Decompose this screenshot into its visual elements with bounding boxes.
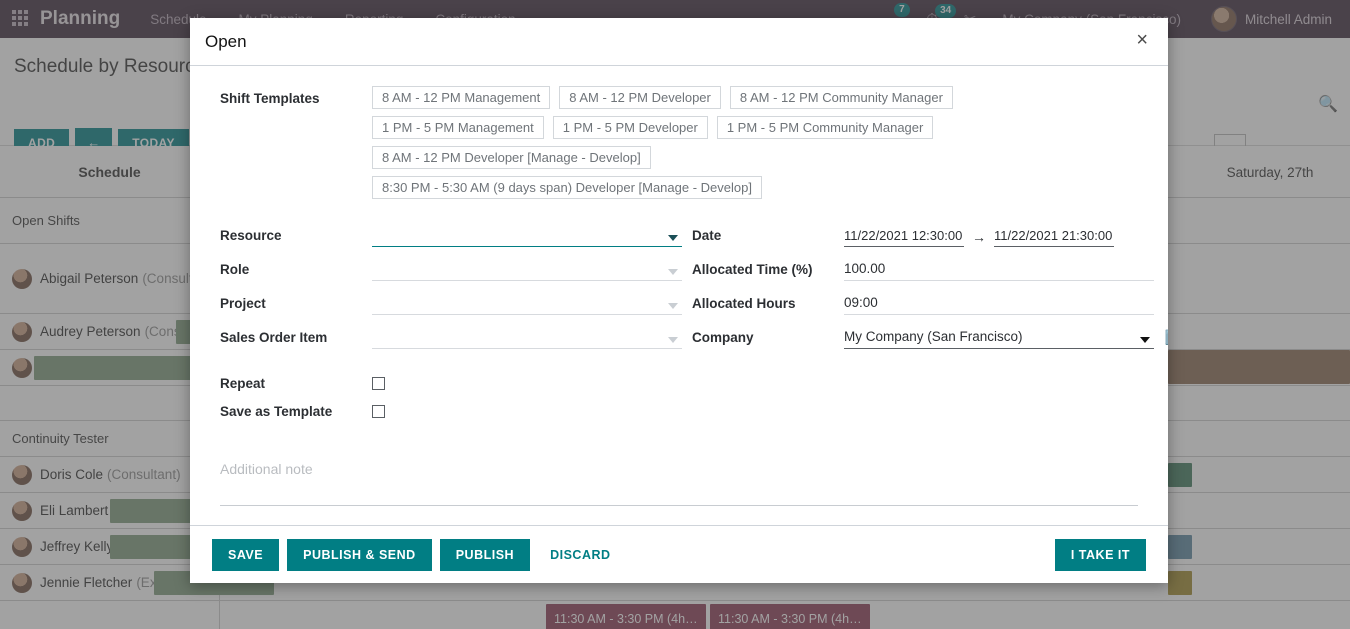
resource-input[interactable]	[372, 225, 682, 247]
role-label: Role	[220, 262, 372, 281]
chevron-down-icon[interactable]	[668, 235, 678, 241]
allocated-hours-label: Allocated Hours	[692, 296, 844, 315]
sales-order-item-field-row: Sales Order Item	[220, 321, 682, 349]
shift-template-chip[interactable]: 1 PM - 5 PM Management	[372, 116, 544, 139]
resource-field-row: Resource	[220, 219, 682, 247]
shift-templates-chips: 8 AM - 12 PM Management 8 AM - 12 PM Dev…	[372, 86, 1032, 199]
form-right-column: Date 11/22/2021 12:30:00 → 11/22/2021 21…	[692, 219, 1154, 349]
chevron-down-icon[interactable]	[668, 269, 678, 275]
date-range-arrow-icon: →	[972, 229, 986, 245]
role-control	[372, 259, 682, 281]
allocated-hours-control: 09:00	[844, 293, 1154, 315]
shift-templates-label: Shift Templates	[220, 86, 372, 199]
role-field-row: Role	[220, 253, 682, 281]
project-label: Project	[220, 296, 372, 315]
additional-note-input[interactable]: Additional note	[220, 461, 1138, 477]
company-value: My Company (San Francisco)	[844, 327, 1154, 347]
shift-template-chip[interactable]: 1 PM - 5 PM Community Manager	[717, 116, 934, 139]
chevron-down-icon[interactable]	[1140, 337, 1150, 343]
sales-order-item-input[interactable]	[372, 327, 682, 349]
modal-divider	[220, 505, 1138, 506]
external-link-icon[interactable]: ↗️	[1165, 329, 1168, 346]
date-range: 11/22/2021 12:30:00 → 11/22/2021 21:30:0…	[844, 226, 1154, 247]
save-as-template-label: Save as Template	[220, 404, 372, 419]
chevron-down-icon[interactable]	[668, 337, 678, 343]
company-input[interactable]: My Company (San Francisco)	[844, 327, 1154, 349]
resource-control	[372, 225, 682, 247]
project-control	[372, 293, 682, 315]
allocated-time-control: 100.00	[844, 259, 1154, 281]
shift-template-chip[interactable]: 8:30 PM - 5:30 AM (9 days span) Develope…	[372, 176, 762, 199]
allocated-time-field-row: Allocated Time (%) 100.00	[692, 253, 1154, 281]
date-end-input[interactable]: 11/22/2021 21:30:00	[994, 226, 1114, 247]
shift-template-chip[interactable]: 8 AM - 12 PM Management	[372, 86, 550, 109]
company-field-row: Company My Company (San Francisco) ↗️	[692, 321, 1154, 349]
planning-app-screen: Planning Schedule My Planning Reporting …	[0, 0, 1350, 629]
shift-template-chip[interactable]: 8 AM - 12 PM Community Manager	[730, 86, 953, 109]
open-shift-modal: Open × Shift Templates 8 AM - 12 PM Mana…	[190, 18, 1168, 583]
allocated-hours-value: 09:00	[844, 293, 1154, 313]
company-label: Company	[692, 330, 844, 349]
close-icon[interactable]: ×	[1130, 29, 1154, 51]
sales-order-item-label: Sales Order Item	[220, 330, 372, 349]
discard-button[interactable]: DISCARD	[538, 539, 622, 571]
allocated-time-label: Allocated Time (%)	[692, 262, 844, 281]
i-take-it-button[interactable]: I TAKE IT	[1055, 539, 1146, 571]
modal-title: Open	[205, 32, 247, 52]
chevron-down-icon[interactable]	[668, 303, 678, 309]
repeat-checkbox[interactable]	[372, 377, 385, 390]
company-control: My Company (San Francisco) ↗️	[844, 327, 1154, 349]
allocated-hours-field-row: Allocated Hours 09:00	[692, 287, 1154, 315]
form-columns: Resource Role	[220, 219, 1138, 349]
project-field-row: Project	[220, 287, 682, 315]
date-label: Date	[692, 228, 844, 247]
modal-footer: SAVE PUBLISH & SEND PUBLISH DISCARD I TA…	[190, 525, 1168, 583]
shift-templates-row: Shift Templates 8 AM - 12 PM Management …	[220, 86, 1138, 199]
date-control: 11/22/2021 12:30:00 → 11/22/2021 21:30:0…	[844, 226, 1154, 247]
sales-order-item-control	[372, 327, 682, 349]
repeat-label: Repeat	[220, 376, 372, 391]
modal-header: Open ×	[190, 18, 1168, 66]
shift-template-chip[interactable]: 8 AM - 12 PM Developer [Manage - Develop…	[372, 146, 651, 169]
save-as-template-checkbox[interactable]	[372, 405, 385, 418]
date-start-input[interactable]: 11/22/2021 12:30:00	[844, 226, 964, 247]
publish-button[interactable]: PUBLISH	[440, 539, 530, 571]
repeat-row: Repeat	[220, 369, 1138, 397]
allocated-time-input[interactable]: 100.00	[844, 259, 1154, 281]
resource-label: Resource	[220, 228, 372, 247]
save-button[interactable]: SAVE	[212, 539, 279, 571]
role-input[interactable]	[372, 259, 682, 281]
options-group: Repeat Save as Template	[220, 369, 1138, 425]
publish-and-send-button[interactable]: PUBLISH & SEND	[287, 539, 432, 571]
shift-template-chip[interactable]: 8 AM - 12 PM Developer	[559, 86, 721, 109]
shift-template-chip[interactable]: 1 PM - 5 PM Developer	[553, 116, 708, 139]
date-start-value: 11/22/2021 12:30:00	[844, 226, 964, 246]
allocated-hours-input[interactable]: 09:00	[844, 293, 1154, 315]
allocated-time-value: 100.00	[844, 259, 1154, 279]
date-field-row: Date 11/22/2021 12:30:00 → 11/22/2021 21…	[692, 219, 1154, 247]
project-input[interactable]	[372, 293, 682, 315]
save-as-template-row: Save as Template	[220, 397, 1138, 425]
form-left-column: Resource Role	[220, 219, 682, 349]
date-end-value: 11/22/2021 21:30:00	[994, 226, 1114, 246]
modal-body: Shift Templates 8 AM - 12 PM Management …	[190, 66, 1168, 525]
